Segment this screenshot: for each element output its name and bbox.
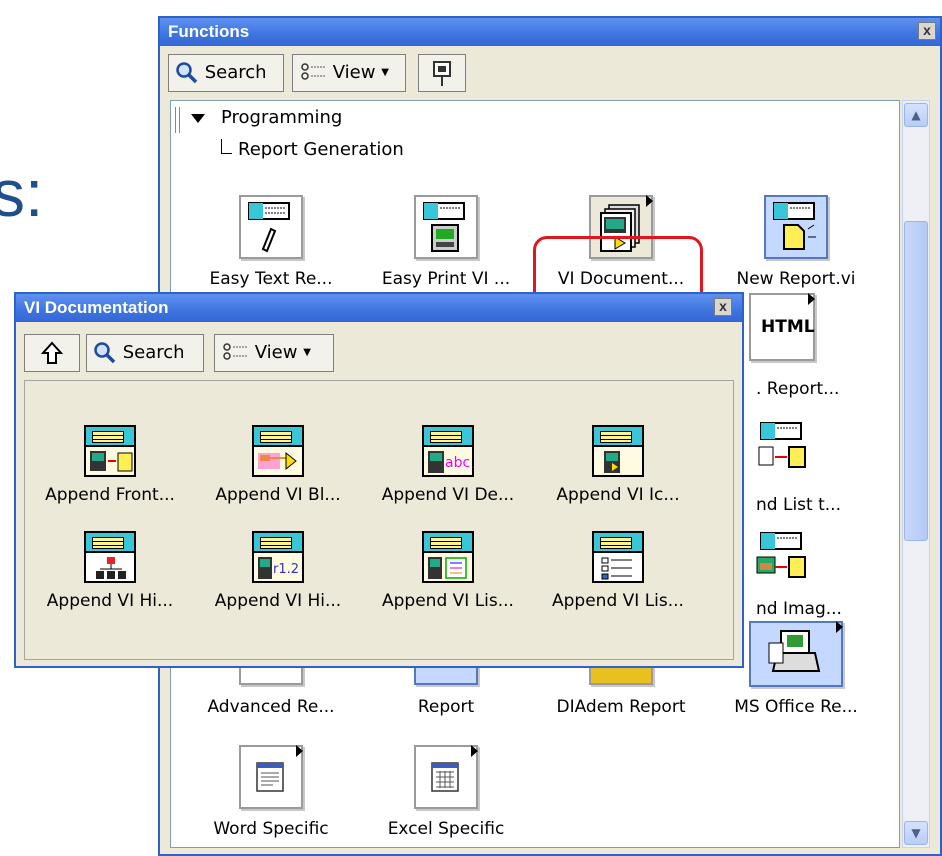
- append-list-icon: [758, 422, 806, 468]
- report-generation-label: Report Generation: [238, 139, 404, 160]
- up-arrow-icon: [41, 341, 63, 364]
- easy-text-report-icon: [239, 195, 303, 259]
- palette-item-append-list[interactable]: [753, 417, 813, 481]
- vi-item-append-vi-block-diagram[interactable]: Append VI Bl...: [193, 425, 363, 505]
- excel-specific-icon: [414, 745, 478, 809]
- vi-item-append-vi-list[interactable]: Append VI Lis...: [363, 531, 533, 611]
- functions-title: Functions: [168, 22, 250, 41]
- tree-branch-icon: [221, 139, 232, 154]
- vi-doc-content: Append Front... Append VI Bl... abc Appe…: [24, 380, 734, 660]
- append-vi-block-diagram-icon: [252, 425, 304, 477]
- palette-item-easy-print-vi[interactable]: Easy Print VI ...: [361, 195, 531, 289]
- palette-item-diadem-report[interactable]: DIAdem Report: [536, 661, 706, 717]
- vi-item-label: Append VI Lis...: [382, 591, 514, 611]
- vi-doc-search-button[interactable]: Search: [86, 334, 204, 372]
- vi-item-label: Append VI Lis...: [552, 591, 684, 611]
- palette-item-label: Easy Text Re...: [209, 269, 333, 289]
- append-vi-description-icon: abc: [422, 425, 474, 477]
- vi-item-label: Append VI De...: [381, 485, 515, 505]
- palette-item-label: Word Specific: [213, 819, 329, 839]
- vi-doc-view-button[interactable]: View ▼: [214, 334, 334, 372]
- view-list-icon: [301, 63, 325, 80]
- palette-item-label: Excel Specific: [387, 819, 505, 839]
- append-vi-icon-icon: [592, 425, 644, 477]
- functions-search-button[interactable]: Search: [168, 54, 284, 92]
- vi-item-append-front-panel[interactable]: Append Front...: [25, 425, 195, 505]
- vi-item-append-vi-hierarchy[interactable]: Append VI Hi...: [25, 531, 195, 611]
- html-label: HTML: [761, 317, 815, 337]
- vi-item-label: Append VI Hi...: [214, 591, 342, 611]
- palette-item-label: Advanced Re...: [207, 697, 335, 717]
- vi-item-label: Append VI Bl...: [215, 485, 341, 505]
- view-dropdown-arrow-icon: ▼: [381, 67, 389, 78]
- functions-close-button[interactable]: x: [918, 22, 936, 40]
- tree-node-report-generation[interactable]: Report Generation: [221, 139, 404, 160]
- background-slide-text: s:: [0, 156, 44, 230]
- palette-item-excel-specific[interactable]: Excel Specific: [361, 745, 531, 839]
- vi-item-label: Append VI Hi...: [46, 591, 174, 611]
- palette-item-append-image[interactable]: [753, 527, 813, 591]
- palette-item-label: New Report.vi: [736, 269, 856, 289]
- vi-doc-title: VI Documentation: [24, 298, 169, 317]
- palette-item-label: nd Imag...: [756, 599, 842, 619]
- ms-office-report-icon: [749, 621, 843, 687]
- palette-item-html-report[interactable]: HTML: [749, 293, 815, 365]
- scroll-down-icon[interactable]: ▼: [904, 821, 928, 845]
- up-level-button[interactable]: [24, 334, 80, 372]
- view-dropdown-arrow-icon: ▼: [303, 347, 311, 358]
- vi-item-append-vi-description[interactable]: abc Append VI De...: [363, 425, 533, 505]
- tree-node-programming[interactable]: Programming: [191, 107, 342, 128]
- functions-search-label: Search: [204, 62, 267, 83]
- easy-print-vi-icon: [414, 195, 478, 259]
- palette-item-advanced-report[interactable]: Advanced Re...: [186, 661, 356, 717]
- vi-doc-close-button[interactable]: x: [714, 298, 732, 316]
- revision-text: r1.2: [273, 562, 299, 577]
- pin-icon: [433, 61, 451, 86]
- vi-doc-title-bar[interactable]: VI Documentation x: [16, 294, 742, 322]
- append-vi-history-icon: r1.2: [252, 531, 304, 583]
- scroll-up-icon[interactable]: ▲: [904, 103, 928, 127]
- vi-doc-search-label: Search: [122, 342, 185, 363]
- palette-item-label: . Report...: [756, 379, 840, 399]
- vi-item-append-vi-history[interactable]: r1.2 Append VI Hi...: [193, 531, 363, 611]
- search-icon: [176, 62, 198, 84]
- vi-documentation-window: VI Documentation x Search View ▼ Append …: [14, 292, 744, 668]
- pin-palette-button[interactable]: [418, 54, 466, 92]
- new-report-icon: [764, 195, 828, 259]
- palette-item-new-report[interactable]: New Report.vi: [711, 195, 881, 289]
- functions-scrollbar[interactable]: ▲ ▼: [902, 100, 930, 848]
- append-image-icon: [756, 532, 806, 578]
- html-report-icon: HTML: [749, 293, 815, 361]
- vi-item-append-vi-list-2[interactable]: Append VI Lis...: [533, 531, 703, 611]
- vi-item-label: Append Front...: [45, 485, 175, 505]
- palette-item-label: nd List t...: [756, 495, 841, 515]
- functions-title-bar[interactable]: Functions x: [160, 18, 940, 46]
- vi-item-append-vi-icon[interactable]: Append VI Ic...: [533, 425, 703, 505]
- vi-doc-view-label: View: [254, 342, 298, 363]
- palette-item-report[interactable]: Report: [361, 661, 531, 717]
- palette-item-label: DIAdem Report: [556, 697, 686, 717]
- word-specific-icon: [239, 745, 303, 809]
- vi-item-label: Append VI Ic...: [556, 485, 680, 505]
- tree-grip: [175, 107, 180, 133]
- append-vi-list-icon: [422, 531, 474, 583]
- scroll-thumb[interactable]: [904, 221, 928, 541]
- append-vi-hierarchy-icon: [84, 531, 136, 583]
- programming-label: Programming: [221, 107, 343, 128]
- functions-view-label: View: [332, 62, 376, 83]
- palette-item-easy-text-report[interactable]: Easy Text Re...: [186, 195, 356, 289]
- palette-item-word-specific[interactable]: Word Specific: [186, 745, 356, 839]
- append-vi-list-2-icon: [592, 531, 644, 583]
- functions-view-button[interactable]: View ▼: [292, 54, 406, 92]
- expand-triangle-icon: [191, 113, 205, 123]
- palette-item-label: Report: [417, 697, 475, 717]
- abc-text: abc: [445, 455, 470, 471]
- search-icon: [94, 342, 116, 364]
- view-list-icon: [223, 343, 247, 360]
- palette-item-label: Easy Print VI ...: [381, 269, 511, 289]
- append-front-panel-icon: [84, 425, 136, 477]
- palette-item-label: MS Office Re...: [734, 697, 858, 717]
